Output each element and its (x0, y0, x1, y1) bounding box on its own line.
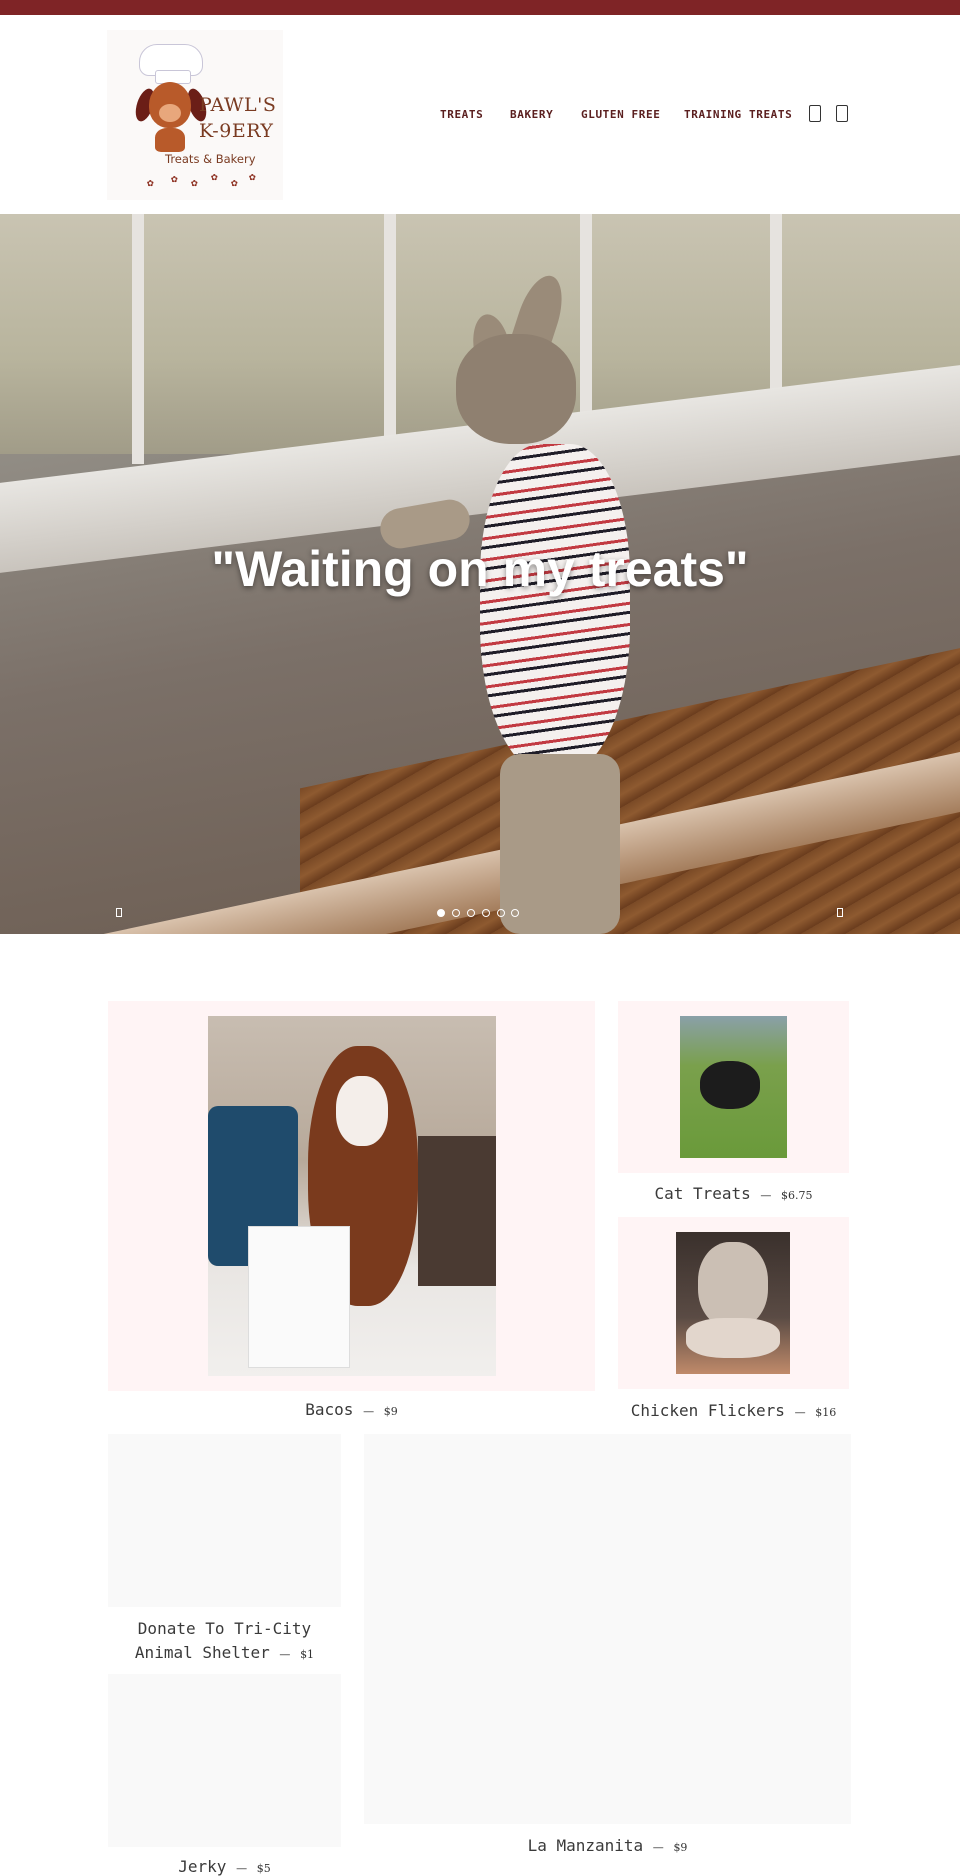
slide-dot[interactable] (452, 909, 460, 917)
product-title-cat-treats[interactable]: Cat Treats — $6.75 (618, 1184, 849, 1203)
slide-dot[interactable] (437, 909, 445, 917)
announcement-bar (0, 0, 960, 15)
product-separator: — (794, 1406, 806, 1419)
nav-item-bakery[interactable]: BAKERY (510, 108, 553, 121)
dog-body-graphic (155, 128, 185, 152)
cat-graphic (700, 1061, 760, 1109)
pillow-graphic (418, 1136, 496, 1286)
product-title-donate[interactable]: Donate To Tri-City Animal Shelter — $1 (108, 1617, 341, 1667)
product-price: $5 (256, 1862, 271, 1875)
product-separator: — (652, 1841, 664, 1854)
product-price: $6.75 (781, 1189, 813, 1202)
cart-icon[interactable] (836, 105, 848, 122)
product-image-bacos[interactable] (208, 1016, 496, 1376)
slide-dot[interactable] (497, 909, 505, 917)
dog-snout-graphic (159, 104, 181, 122)
paw-prints-graphic: ✿ ✿ ✿ ✿ ✿ ✿ (147, 168, 257, 189)
product-name: La Manzanita (527, 1836, 644, 1855)
treat-bag-graphic (248, 1226, 350, 1368)
paw-icon: ✿ (231, 176, 238, 189)
nav-item-gluten-free[interactable]: GLUTEN FREE (581, 108, 660, 121)
brand-name: PAWL'S K-9ERY (199, 92, 276, 144)
chevron-left-icon[interactable] (116, 908, 122, 917)
striped-shirt-graphic (480, 444, 630, 774)
product-title-bacos[interactable]: Bacos — $9 (108, 1400, 595, 1419)
product-separator: — (363, 1405, 375, 1418)
dog-legs-graphic (500, 754, 620, 934)
slide-dot[interactable] (467, 909, 475, 917)
hero-slideshow: "Waiting on my treats" (0, 214, 960, 934)
paw-icon: ✿ (191, 176, 198, 189)
site-logo[interactable]: PAWL'S K-9ERY Treats & Bakery ✿ ✿ ✿ ✿ ✿ … (107, 30, 283, 200)
slide-dots (437, 909, 527, 919)
product-price: $9 (383, 1405, 398, 1418)
paw-icon: ✿ (147, 176, 154, 189)
brand-name-line2: K-9ERY (199, 120, 274, 142)
dog-face-graphic (336, 1076, 388, 1146)
product-name: Chicken Flickers (630, 1401, 785, 1420)
hero-caption: "Waiting on my treats" (211, 541, 749, 597)
dog-head-graphic (456, 334, 576, 444)
product-card-donate[interactable] (108, 1434, 341, 1607)
product-image-cat-treats[interactable] (680, 1016, 787, 1158)
slide-dot[interactable] (482, 909, 490, 917)
product-title-jerky[interactable]: Jerky — $5 (108, 1857, 341, 1876)
dog-graphic (698, 1242, 768, 1328)
paw-icon: ✿ (171, 172, 178, 185)
nav-item-training-treats[interactable]: TRAINING TREATS (684, 108, 792, 121)
product-price: $16 (815, 1406, 837, 1419)
product-name: Bacos (305, 1400, 354, 1419)
product-card-jerky[interactable] (108, 1674, 341, 1847)
chevron-right-icon[interactable] (837, 908, 843, 917)
window-frame-graphic (132, 214, 144, 464)
paw-icon: ✿ (249, 170, 256, 183)
paw-icon: ✿ (211, 170, 218, 183)
slide-dot[interactable] (511, 909, 519, 917)
brand-tagline: Treats & Bakery (165, 152, 256, 166)
brand-name-line1: PAWL'S (199, 94, 277, 116)
dog-body-graphic (686, 1318, 780, 1358)
product-title-la-manzanita[interactable]: La Manzanita — $9 (364, 1836, 851, 1855)
product-separator: — (760, 1189, 772, 1202)
product-title-chicken-flickers[interactable]: Chicken Flickers — $16 (618, 1401, 849, 1420)
product-name: Jerky (178, 1857, 227, 1876)
product-separator: — (236, 1862, 248, 1875)
product-name: Cat Treats (654, 1184, 751, 1203)
search-icon[interactable] (809, 105, 821, 122)
product-price: $1 (300, 1648, 315, 1661)
product-separator: — (279, 1648, 291, 1661)
nav-item-treats[interactable]: TREATS (440, 108, 483, 121)
product-card-la-manzanita[interactable] (364, 1434, 851, 1824)
dog-photo-graphic (377, 270, 650, 934)
product-image-chicken-flickers[interactable] (676, 1232, 790, 1374)
window-frame-graphic (384, 214, 396, 464)
product-price: $9 (673, 1841, 688, 1854)
